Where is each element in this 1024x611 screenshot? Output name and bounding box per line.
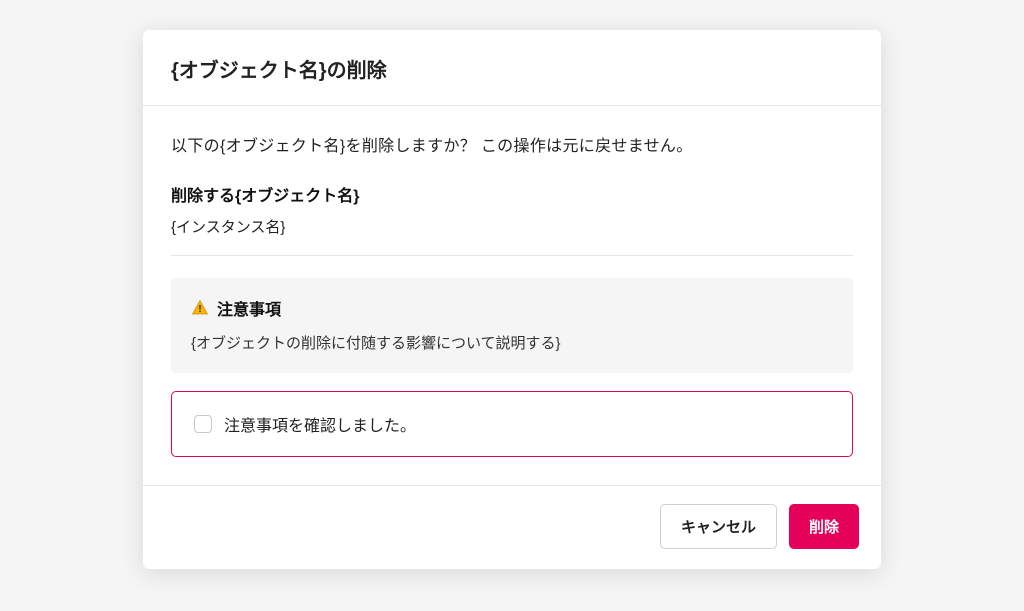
delete-confirm-dialog: {オブジェクト名}の削除 以下の{オブジェクト名}を削除しますか？ この操作は元… bbox=[143, 30, 881, 569]
confirm-label: 注意事項を確認しました。 bbox=[224, 412, 416, 436]
notice-title: 注意事項 bbox=[217, 296, 281, 320]
notice-box: 注意事項 {オブジェクトの削除に付随する影響について説明する} bbox=[171, 278, 853, 373]
notice-header: 注意事項 bbox=[191, 296, 833, 320]
instance-name: {インスタンス名} bbox=[171, 216, 853, 256]
dialog-title: {オブジェクト名}の削除 bbox=[171, 54, 853, 83]
confirm-checkbox[interactable] bbox=[194, 415, 212, 433]
warning-triangle-icon bbox=[191, 299, 209, 317]
dialog-header: {オブジェクト名}の削除 bbox=[143, 30, 881, 106]
dialog-footer: キャンセル 削除 bbox=[143, 485, 881, 569]
notice-body: {オブジェクトの削除に付随する影響について説明する} bbox=[191, 332, 833, 353]
confirm-box: 注意事項を確認しました。 bbox=[171, 391, 853, 457]
delete-button[interactable]: 削除 bbox=[789, 504, 859, 549]
dialog-body: 以下の{オブジェクト名}を削除しますか？ この操作は元に戻せません。 削除する{… bbox=[143, 106, 881, 485]
intro-text: 以下の{オブジェクト名}を削除しますか？ この操作は元に戻せません。 bbox=[171, 132, 853, 156]
cancel-button[interactable]: キャンセル bbox=[660, 504, 777, 549]
subject-label: 削除する{オブジェクト名} bbox=[171, 182, 853, 206]
